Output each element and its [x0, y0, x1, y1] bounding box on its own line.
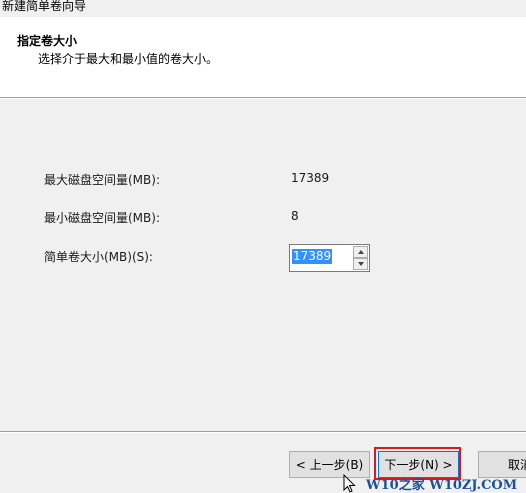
volume-size-input[interactable]: 17389	[292, 249, 333, 264]
page-subtitle: 选择介于最大和最小值的卷大小。	[38, 52, 219, 66]
spin-up-button[interactable]	[353, 246, 368, 258]
header-divider-highlight	[0, 98, 526, 99]
page-title: 指定卷大小	[17, 34, 78, 48]
max-space-value: 17389	[291, 171, 330, 185]
spin-down-arrow-icon	[357, 262, 364, 266]
volume-size-stepper[interactable]: 17389	[289, 244, 370, 272]
spin-up-arrow-icon	[357, 250, 364, 254]
volume-size-label: 简单卷大小(MB)(S):	[44, 250, 153, 264]
window-title: 新建简单卷向导	[2, 0, 87, 13]
spin-down-button[interactable]	[353, 258, 368, 270]
max-space-label: 最大磁盘空间量(MB):	[44, 173, 160, 187]
footer-divider-highlight	[0, 432, 526, 433]
back-button[interactable]: < 上一步(B)	[289, 451, 370, 478]
min-space-value: 8	[291, 209, 299, 223]
site-watermark: W10之家 W10ZJ.COM	[366, 478, 518, 493]
wizard-header: 指定卷大小 选择介于最大和最小值的卷大小。	[0, 17, 526, 97]
min-space-label: 最小磁盘空间量(MB):	[44, 211, 160, 225]
mouse-pointer-icon	[343, 474, 356, 493]
